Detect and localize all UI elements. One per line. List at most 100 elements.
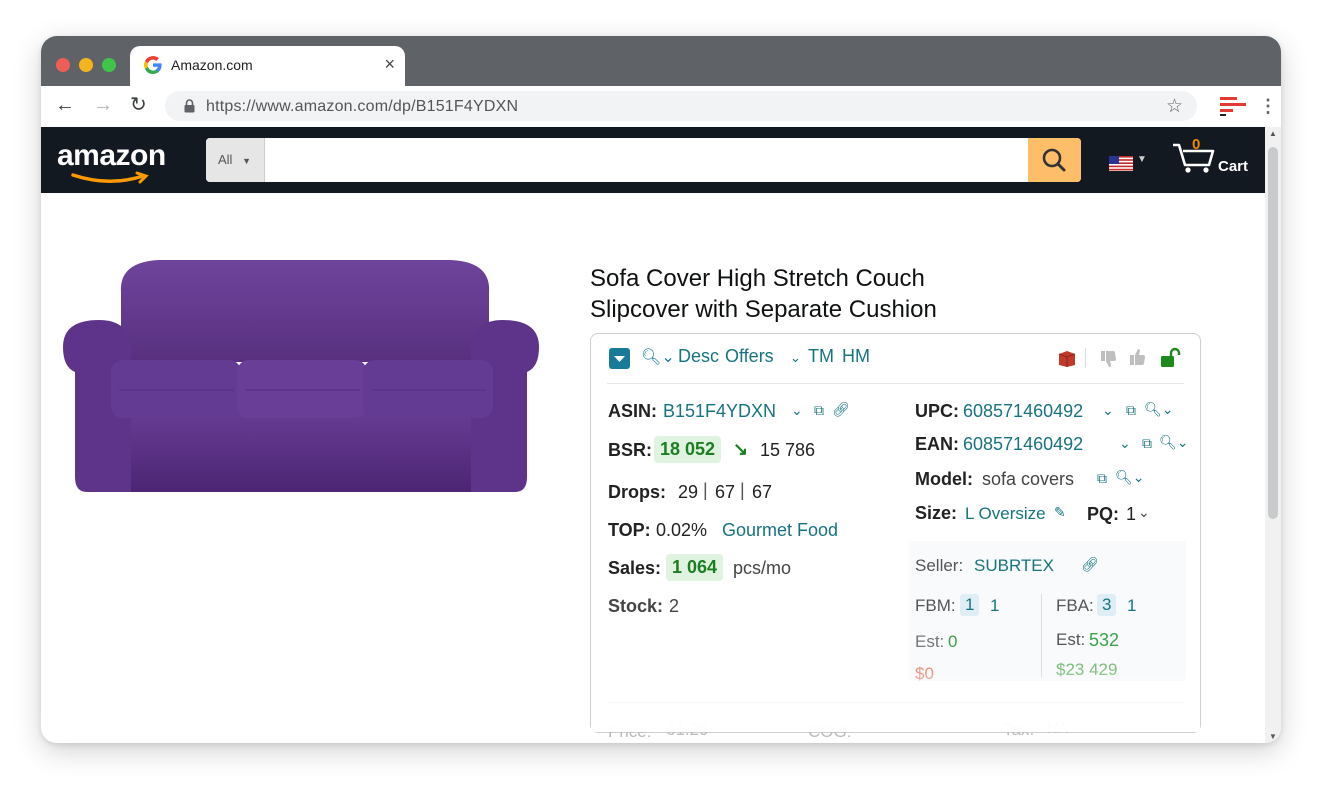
thumbs-down-icon[interactable]: [1097, 347, 1119, 369]
tab-title: Amazon.com: [171, 57, 253, 73]
offers-chevron-icon[interactable]: ⌄: [790, 350, 801, 366]
drops-180: 67: [752, 482, 773, 502]
drops-90: 67: [715, 482, 736, 502]
fba-est-value: 532: [1089, 630, 1120, 650]
product-info-panel: 🔍︎⌄ Desc Offers ⌄ TM HM ASIN: B151F4YDXN…: [590, 333, 1201, 741]
browser-menu-icon[interactable]: ⋮: [1259, 94, 1277, 118]
search-icon: [1042, 148, 1066, 172]
drops-divider: |: [740, 480, 745, 500]
search-dropdown-icon[interactable]: 🔍︎⌄: [1144, 401, 1174, 418]
fba-count[interactable]: 1: [1127, 596, 1136, 616]
top-label: TOP:: [608, 520, 651, 540]
asin-chevron-icon[interactable]: ⌄: [791, 402, 803, 419]
tab-bar: Amazon.com ×: [41, 36, 1281, 86]
search-input[interactable]: [265, 138, 1028, 182]
size-value[interactable]: L Oversize: [965, 504, 1046, 524]
copy-icon[interactable]: ⧉: [814, 402, 824, 419]
lock-icon: [184, 99, 195, 113]
address-bar[interactable]: https://www.amazon.com/dp/B151F4YDXN ☆: [165, 91, 1197, 121]
drops-divider: |: [703, 480, 708, 500]
model-label: Model:: [915, 469, 973, 489]
fba-label: FBA:: [1056, 596, 1094, 615]
pq-label: PQ:: [1087, 504, 1120, 524]
purple-sofa-image[interactable]: [59, 252, 543, 497]
desc-link[interactable]: Desc: [678, 346, 719, 367]
edit-icon[interactable]: ✎: [1054, 504, 1066, 521]
panel-separator: [607, 383, 1184, 384]
bsr-previous: 15 786: [760, 440, 816, 460]
copy-icon[interactable]: ⧉: [1097, 470, 1107, 487]
fbm-fba-divider: [1041, 594, 1042, 678]
pq-value: 1: [1126, 504, 1137, 524]
fbm-count[interactable]: 1: [990, 596, 999, 616]
box-icon[interactable]: [1056, 347, 1078, 369]
panel-toolbar: 🔍︎⌄ Desc Offers ⌄ TM HM: [591, 334, 1200, 384]
link-icon[interactable]: 🔗︎: [1081, 556, 1099, 573]
hm-link[interactable]: HM: [842, 346, 870, 367]
fba-est-label: Est:: [1056, 630, 1086, 649]
cart-count[interactable]: 0: [1192, 136, 1200, 153]
sales-label: Sales:: [608, 558, 662, 578]
trend-down-icon: ↘: [733, 439, 749, 459]
us-flag-icon[interactable]: [1109, 156, 1133, 171]
back-button[interactable]: ←: [55, 93, 75, 117]
search-dropdown-icon[interactable]: 🔍︎⌄: [1159, 434, 1189, 451]
ean-value[interactable]: 608571460492: [963, 434, 1083, 455]
google-favicon-icon: [144, 56, 162, 74]
fba-badge: 3: [1097, 594, 1117, 616]
bsr-value-badge: 18 052: [654, 436, 722, 463]
tm-link[interactable]: TM: [808, 346, 834, 367]
unlock-icon[interactable]: [1159, 347, 1181, 369]
top-percent: 0.02%: [656, 520, 708, 540]
asin-value[interactable]: B151F4YDXN: [663, 401, 776, 422]
cart-label[interactable]: Cart: [1218, 158, 1248, 175]
scrollbar[interactable]: ▲ ▼: [1265, 127, 1281, 743]
panel-collapse-button[interactable]: [609, 348, 630, 369]
extension-icon[interactable]: [1219, 95, 1247, 117]
asin-label: ASIN:: [608, 401, 657, 421]
seller-value[interactable]: SUBRTEX: [974, 556, 1054, 576]
pq-chevron-icon[interactable]: ⌄: [1138, 504, 1150, 521]
search-dropdown-icon[interactable]: 🔍︎⌄: [1115, 469, 1145, 486]
scroll-down-icon[interactable]: ▼: [1269, 732, 1277, 741]
forward-button[interactable]: →: [93, 93, 113, 117]
fbm-badge: 1: [960, 594, 980, 616]
chevron-down-icon: ▼: [242, 156, 251, 166]
close-window-button[interactable]: [56, 58, 70, 72]
top-category-link[interactable]: Gourmet Food: [722, 520, 838, 541]
bookmark-star-icon[interactable]: ☆: [1166, 95, 1183, 118]
browser-toolbar: ← → ↻ https://www.amazon.com/dp/B151F4YD…: [41, 86, 1281, 127]
copy-icon[interactable]: ⧉: [1142, 435, 1152, 452]
url-text[interactable]: https://www.amazon.com/dp/B151F4YDXN: [206, 98, 518, 116]
reload-button[interactable]: ↻: [130, 93, 147, 117]
ean-chevron-icon[interactable]: ⌄: [1119, 435, 1131, 452]
upc-chevron-icon[interactable]: ⌄: [1102, 402, 1114, 419]
page-viewport: amazon All ▼ ▼ 0 Cart Sofa Cover High St…: [41, 127, 1281, 743]
product-title-line-2: Slipcover with Separate Cushion: [590, 296, 937, 323]
search-button[interactable]: [1028, 138, 1081, 182]
thumbs-up-icon[interactable]: [1126, 347, 1148, 369]
amazon-logo[interactable]: amazon: [57, 139, 166, 173]
maximize-window-button[interactable]: [102, 58, 116, 72]
stock-label: Stock:: [608, 596, 664, 616]
drops-label: Drops:: [608, 482, 666, 502]
minimize-window-button[interactable]: [79, 58, 93, 72]
browser-window: Amazon.com × ← → ↻ https://www.amazon.co…: [41, 36, 1281, 743]
drops-30: 29: [678, 482, 699, 502]
offers-link[interactable]: Offers: [725, 346, 774, 367]
browser-tab[interactable]: Amazon.com ×: [130, 46, 405, 86]
upc-value[interactable]: 608571460492: [963, 401, 1083, 422]
toolbar-divider: [1085, 348, 1086, 368]
sales-unit: pcs/mo: [733, 558, 792, 578]
search-dropdown-icon[interactable]: 🔍︎⌄: [641, 347, 675, 367]
scroll-thumb[interactable]: [1268, 147, 1278, 519]
upc-label: UPC:: [915, 401, 959, 421]
fbm-est-value: 0: [948, 632, 958, 651]
search-category-select[interactable]: All ▼: [206, 138, 265, 182]
link-icon[interactable]: 🔗︎: [832, 401, 850, 418]
language-caret-icon[interactable]: ▼: [1137, 154, 1147, 165]
tab-close-icon[interactable]: ×: [384, 54, 395, 74]
copy-icon[interactable]: ⧉: [1126, 402, 1136, 419]
amazon-smile-icon: [71, 171, 149, 184]
scroll-up-icon[interactable]: ▲: [1269, 129, 1277, 138]
